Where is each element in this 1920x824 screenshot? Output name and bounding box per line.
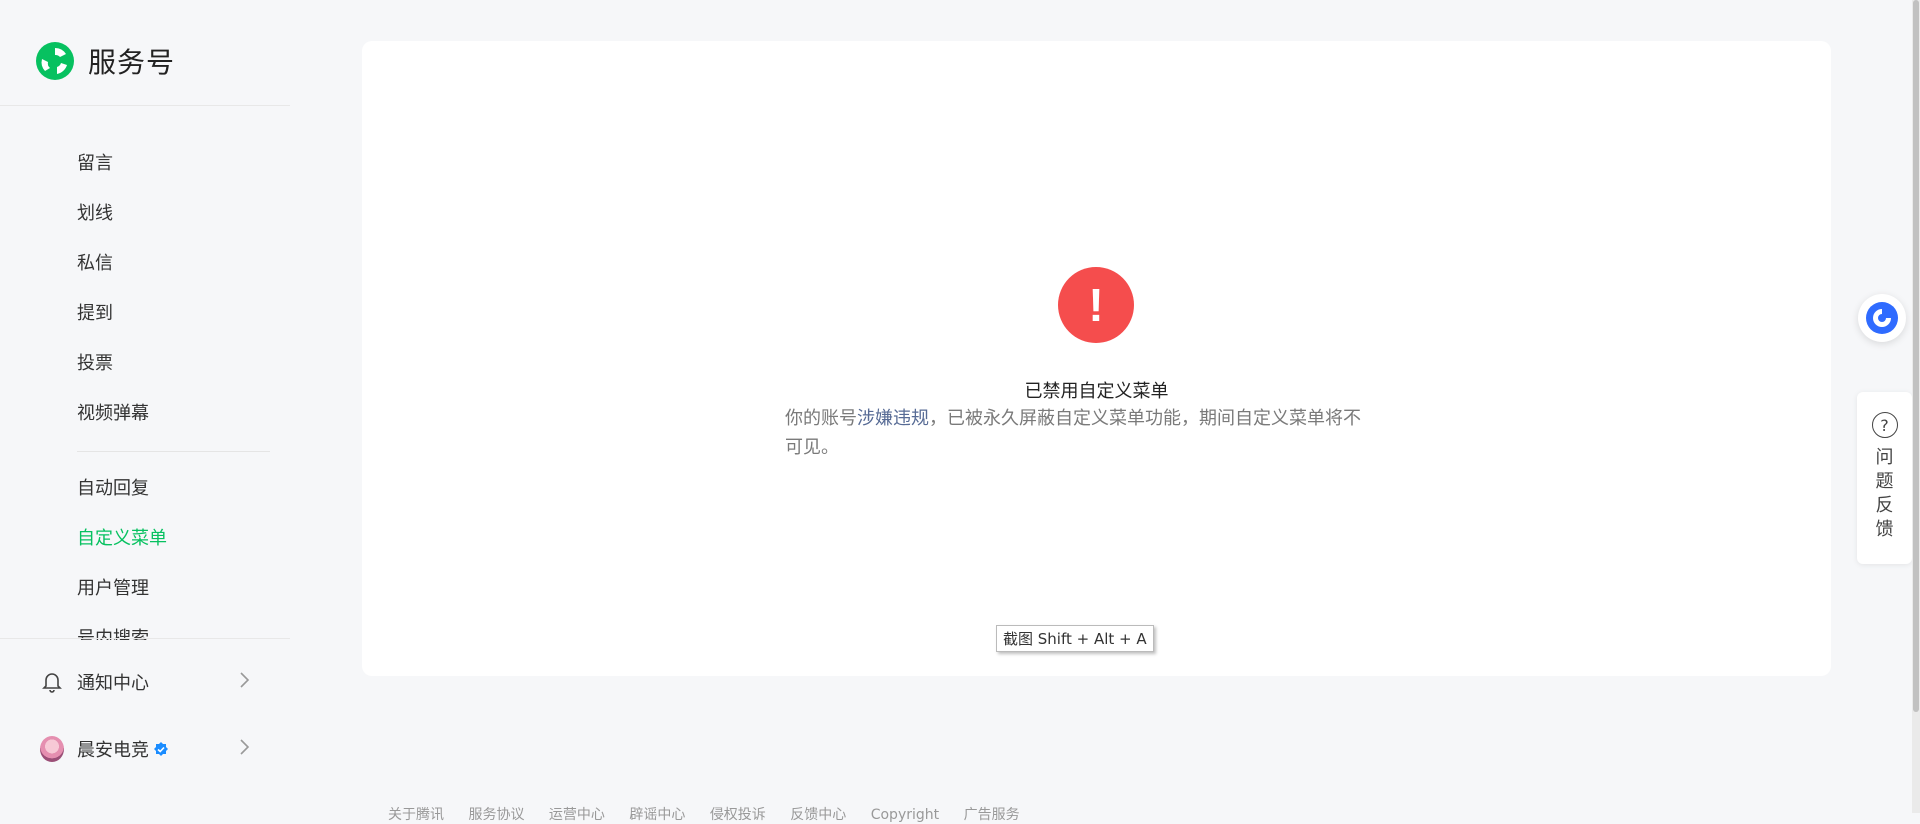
assistant-button[interactable]	[1858, 294, 1906, 342]
footer: 关于腾讯 服务协议 运营中心 辟谣中心 侵权投诉 反馈中心 Copyright …	[388, 804, 1040, 824]
brand-title: 服务号	[88, 46, 176, 79]
footer-link[interactable]: 关于腾讯	[388, 807, 444, 823]
brand[interactable]: 服务号	[34, 40, 175, 82]
sidebar-item-auto-reply[interactable]: 自动回复	[77, 477, 149, 501]
page-scrollbar[interactable]	[1912, 0, 1920, 813]
chevron-right-icon	[238, 671, 250, 694]
sidebar-item-underlines[interactable]: 划线	[77, 202, 113, 226]
footer-link[interactable]: 反馈中心	[790, 807, 846, 823]
sidebar-item-messages[interactable]: 私信	[77, 252, 113, 276]
chevron-right-icon	[238, 738, 250, 761]
account-menu[interactable]: 晨安电竞	[40, 736, 250, 762]
sidebar-item-mentions[interactable]: 提到	[77, 302, 113, 326]
question-icon: ?	[1871, 412, 1898, 438]
sidebar-nav: 留言 划线 私信 提到 投票 视频弹幕 自动回复 自定义菜单 用户管理 号内搜索	[0, 106, 290, 640]
footer-link[interactable]: 运营中心	[549, 807, 605, 823]
notification-center[interactable]: 通知中心	[40, 669, 250, 695]
main-content-card: ! 已禁用自定义菜单 你的账号涉嫌违规，已被永久屏蔽自定义菜单功能，期间自定义菜…	[362, 41, 1831, 676]
sidebar-item-comments[interactable]: 留言	[77, 152, 113, 176]
account-name-text: 晨安电竞	[77, 740, 149, 761]
alert-description: 你的账号涉嫌违规，已被永久屏蔽自定义菜单功能，期间自定义菜单将不可见。	[785, 404, 1377, 462]
divider	[0, 638, 290, 639]
footer-link[interactable]: Copyright	[871, 807, 939, 823]
sidebar-item-user-management[interactable]: 用户管理	[77, 577, 149, 601]
bell-icon	[40, 670, 64, 694]
verified-badge-icon	[154, 742, 168, 756]
warning-exclamation-icon: !	[1058, 267, 1134, 343]
alert-title: 已禁用自定义菜单	[1024, 381, 1169, 402]
sidebar: 服务号 留言 划线 私信 提到 投票 视频弹幕 自动回复 自定义菜单 用户管理 …	[0, 0, 290, 813]
sidebar-item-votes[interactable]: 投票	[77, 352, 113, 376]
violation-link[interactable]: 涉嫌违规	[857, 408, 929, 429]
footer-link[interactable]: 服务协议	[468, 807, 524, 823]
sidebar-item-custom-menu[interactable]: 自定义菜单	[77, 527, 167, 551]
footer-link[interactable]: 广告服务	[964, 807, 1020, 823]
assistant-icon	[1866, 302, 1898, 334]
feedback-button[interactable]: ? 问题反馈	[1857, 392, 1912, 564]
alert-desc-prefix: 你的账号	[785, 408, 857, 429]
wechat-service-logo-icon	[36, 42, 74, 80]
notification-label: 通知中心	[77, 673, 149, 694]
avatar	[40, 736, 64, 762]
screenshot-shortcut-tooltip: 截图 Shift + Alt + A	[996, 625, 1154, 652]
footer-link[interactable]: 侵权投诉	[710, 807, 766, 823]
scrollbar-thumb[interactable]	[1913, 0, 1919, 712]
nav-separator	[77, 451, 270, 452]
account-name: 晨安电竞	[77, 736, 169, 762]
footer-link[interactable]: 辟谣中心	[629, 807, 685, 823]
sidebar-item-video-danmaku[interactable]: 视频弹幕	[77, 402, 149, 426]
feedback-label: 问题反馈	[1875, 447, 1894, 540]
